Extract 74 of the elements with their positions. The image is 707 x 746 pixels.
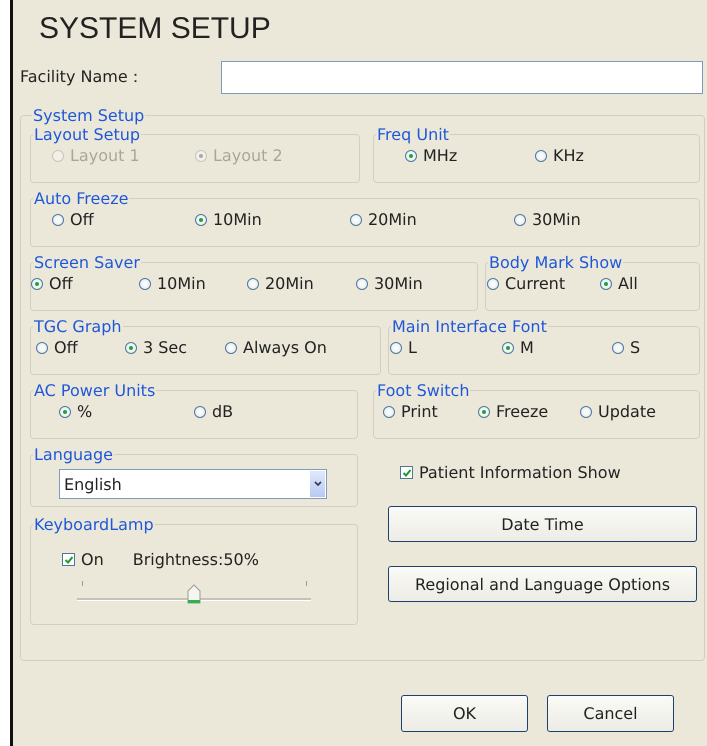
radio-icon[interactable] (390, 342, 402, 354)
radio-icon[interactable] (52, 214, 64, 226)
slider-thumb[interactable] (187, 584, 201, 604)
radio-icon[interactable] (36, 342, 48, 354)
radio-option[interactable]: 10Min (195, 210, 350, 229)
radio-icon[interactable] (59, 406, 71, 418)
radio-icon[interactable] (487, 278, 499, 290)
radio-option[interactable]: % (59, 402, 194, 421)
checkbox[interactable] (62, 553, 75, 566)
radio-option[interactable]: Update (580, 402, 699, 421)
checkbox[interactable] (400, 466, 413, 479)
group-title: Auto Freeze (33, 189, 130, 208)
radio-option[interactable]: Print (383, 402, 478, 421)
radio-icon[interactable] (612, 342, 624, 354)
radio-option[interactable]: 20Min (350, 210, 514, 229)
radio-option[interactable]: KHz (535, 146, 699, 165)
group-title: Layout Setup (33, 125, 142, 144)
group-title: Foot Switch (376, 381, 470, 400)
radio-icon[interactable] (502, 342, 514, 354)
radio-option[interactable]: 20Min (247, 274, 356, 293)
brightness-label: Brightness:50% (132, 550, 259, 569)
radio-option[interactable]: Always On (225, 338, 380, 357)
radio-option[interactable]: 30Min (514, 210, 699, 229)
brightness-slider[interactable] (77, 581, 311, 605)
radio-option[interactable]: Freeze (478, 402, 580, 421)
radio-icon[interactable] (535, 150, 547, 162)
radio-option[interactable]: Current (487, 274, 600, 293)
radio-icon[interactable] (580, 406, 592, 418)
radio-icon[interactable] (350, 214, 362, 226)
radio-icon[interactable] (600, 278, 612, 290)
radio-icon[interactable] (356, 278, 368, 290)
radio-icon[interactable] (247, 278, 259, 290)
radio-option[interactable]: dB (194, 402, 357, 421)
radio-option[interactable]: 30Min (356, 274, 477, 293)
radio-icon[interactable] (405, 150, 417, 162)
checkbox-option[interactable]: On (62, 550, 104, 569)
radio-option[interactable]: Off (31, 274, 139, 293)
group-title: TGC Graph (33, 317, 123, 336)
radio-icon[interactable] (514, 214, 526, 226)
checkbox-option[interactable]: Patient Information Show (400, 463, 700, 482)
radio-option[interactable]: MHz (405, 146, 535, 165)
radio-icon[interactable] (31, 278, 43, 290)
group-title: Freq Unit (376, 125, 450, 144)
radio-icon[interactable] (194, 406, 206, 418)
radio-icon[interactable] (139, 278, 151, 290)
action-button[interactable]: Regional and Language Options (388, 566, 697, 602)
group-title: System Setup (32, 106, 146, 125)
radio-option[interactable]: L (390, 338, 502, 357)
radio-option[interactable]: S (612, 338, 699, 357)
facility-name-field[interactable] (221, 60, 703, 94)
group-title: AC Power Units (33, 381, 156, 400)
radio-option[interactable]: All (600, 274, 699, 293)
radio-icon[interactable] (383, 406, 395, 418)
group-title: Language (33, 445, 114, 464)
dialog-button[interactable]: Cancel (547, 695, 674, 732)
radio-option[interactable]: Off (52, 210, 195, 229)
group-title: Main Interface Font (391, 317, 548, 336)
radio-option[interactable]: 10Min (139, 274, 247, 293)
action-button[interactable]: Date Time (388, 506, 697, 542)
radio-option[interactable]: Off (36, 338, 125, 357)
group-title: Body Mark Show (488, 253, 624, 272)
radio-option[interactable]: M (502, 338, 612, 357)
group-title: KeyboardLamp (33, 515, 155, 534)
dialog-button[interactable]: OK (401, 695, 528, 732)
language-dropdown[interactable]: English (59, 469, 327, 499)
radio-icon[interactable] (125, 342, 137, 354)
chevron-down-icon[interactable] (310, 471, 325, 497)
radio-icon[interactable] (195, 214, 207, 226)
radio-option[interactable]: 3 Sec (125, 338, 225, 357)
dialog-title: SYSTEM SETUP (38, 11, 272, 47)
facility-name-label: Facility Name： (20, 66, 145, 88)
radio-icon[interactable] (225, 342, 237, 354)
radio-icon[interactable] (478, 406, 490, 418)
group-title: Screen Saver (33, 253, 141, 272)
